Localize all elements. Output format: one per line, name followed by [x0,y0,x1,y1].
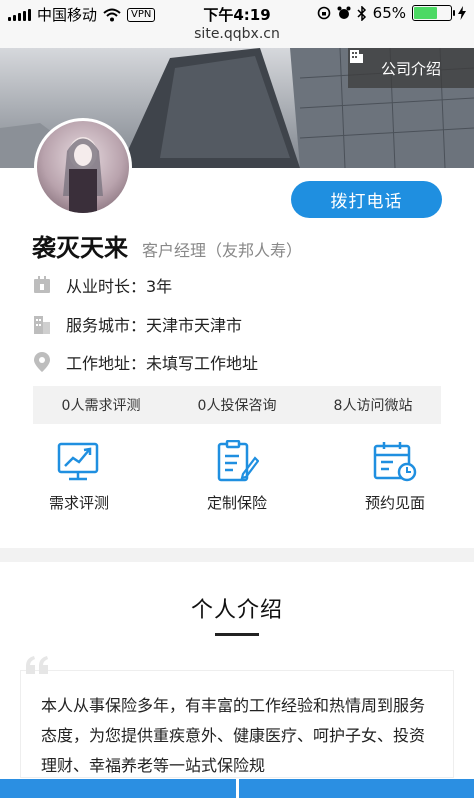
section-title: 个人介绍 [190,598,283,623]
battery-icon [412,5,455,21]
profile-header: 袭灭天来 客户经理（友邦人寿） [32,228,302,263]
intro-card: 本人从事保险多年，有丰富的工作经验和热情周到服务态度，为您提供重疾意外、健康医疗… [20,670,454,778]
book-meeting-label: 预约见面 [364,494,425,512]
quote-icon [26,656,48,674]
charging-icon [458,6,466,20]
location-pin-icon [32,352,52,372]
company-intro-label: 公司介绍 [380,59,441,78]
bottom-button-left[interactable] [0,779,236,798]
call-button[interactable]: 拨打电话 [291,181,442,218]
section-divider [0,548,474,562]
years-text: 从业时长：3年 [66,277,173,296]
stat-insurance-consult: 0人投保咨询 [197,398,277,414]
bottom-button-right[interactable] [238,779,474,798]
briefcase-icon [32,275,52,295]
chart-trend-icon [57,442,99,481]
avatar[interactable] [34,118,132,216]
needs-assessment-label: 需求评测 [48,494,109,512]
city-text: 服务城市：天津市天津市 [66,316,243,335]
years-row: 从业时长：3年 [32,273,172,297]
city-row: 服务城市：天津市天津市 [32,312,242,336]
city-icon [32,314,52,334]
stat-needs-assessment: 0人需求评测 [61,398,141,414]
custom-insurance-label: 定制保险 [206,494,267,512]
action-row: 需求评测 定制保险 预约见面 [0,440,474,524]
bottom-action-bar [0,779,474,798]
status-right: 65% [317,4,466,22]
status-bar: 中国移动 VPN 下午4:19 65% [0,0,474,26]
calendar-clock-icon [373,442,417,482]
custom-insurance-button[interactable]: 定制保险 [158,440,316,524]
address-text: 工作地址：未填写工作地址 [66,354,259,373]
agent-role: 客户经理（友邦人寿） [142,241,303,260]
building-icon [350,50,363,63]
rotation-lock-icon [317,6,330,20]
bluetooth-icon [357,5,366,21]
clipboard-edit-icon [217,440,259,482]
avatar-image [63,137,103,213]
company-intro-button[interactable]: 公司介绍 [348,48,474,88]
agent-name: 袭灭天来 [32,234,128,262]
stats-bar: 0人需求评测 0人投保咨询 8人访问微站 [33,386,441,424]
battery-percent: 65% [372,4,406,22]
needs-assessment-button[interactable]: 需求评测 [0,440,158,524]
intro-text: 本人从事保险多年，有丰富的工作经验和热情周到服务态度，为您提供重疾意外、健康医疗… [41,696,426,775]
book-meeting-button[interactable]: 预约见面 [316,440,474,524]
address-row: 工作地址：未填写工作地址 [32,350,258,374]
stat-site-visits: 8人访问微站 [333,398,413,414]
title-underline [215,633,259,636]
alarm-icon [337,6,351,19]
url-bar[interactable]: site.qqbx.cn [0,26,474,48]
